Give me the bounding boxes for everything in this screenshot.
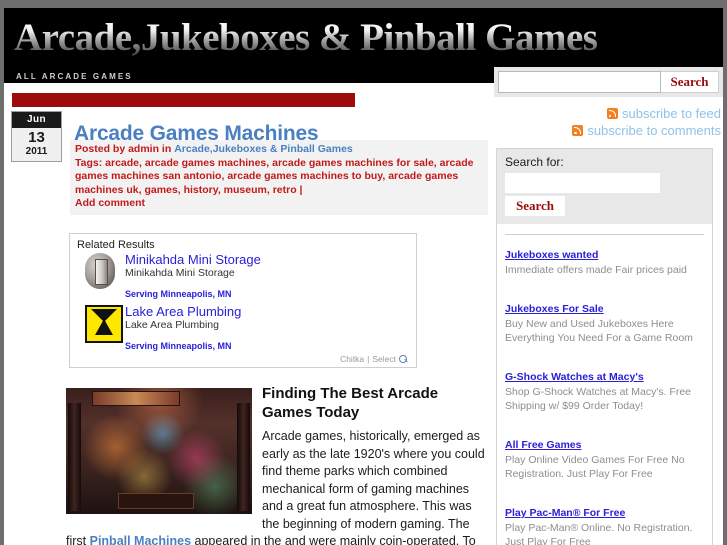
article-body: Finding The Best Arcade Games Today Arca… <box>66 380 491 545</box>
sidebar-ad-description: Play Online Video Games For Free No Regi… <box>505 454 685 480</box>
sidebar-panel: Search for: Search Jukeboxes wanted Imme… <box>496 148 713 545</box>
post-category-link[interactable]: Arcade,Jukeboxes & Pinball Games <box>174 143 353 155</box>
tag-link[interactable]: retro <box>273 184 297 196</box>
chitika-brand-label: Chitka <box>340 354 365 364</box>
post-date-year: 2011 <box>25 146 48 157</box>
sidebar-search-label: Search for: <box>505 155 564 169</box>
post-date-day: 13 <box>28 129 45 146</box>
sidebar-ad-item[interactable]: G-Shock Watches at Macy's Shop G-Shock W… <box>505 369 704 413</box>
sidebar-ad-title[interactable]: Jukeboxes wanted <box>505 249 598 261</box>
related-result-serving[interactable]: Serving Minneapolis, MN <box>125 341 409 351</box>
sidebar: Search for: Search Jukeboxes wanted Imme… <box>496 148 723 545</box>
subscribe-feed-row[interactable]: subscribe to feed <box>421 106 721 121</box>
related-result-serving[interactable]: Serving Minneapolis, MN <box>125 289 409 299</box>
sidebar-ad-item[interactable]: Play Pac-Man® For Free Play Pac-Man® Onl… <box>505 505 704 545</box>
site-title: Arcade,Jukeboxes & Pinball Games <box>14 16 598 59</box>
sidebar-ad-description: Play Pac-Man® Online. No Registration. J… <box>505 522 693 545</box>
related-results-widget: Related Results Minikahda Mini Storage M… <box>69 233 417 368</box>
tag-link[interactable]: arcade games machines <box>145 157 266 169</box>
subscribe-links: subscribe to feed subscribe to comments <box>421 106 721 140</box>
related-results-attribution: Chitka | Select <box>340 354 408 364</box>
chitika-select-label[interactable]: Select <box>372 354 396 364</box>
sidebar-ad-item[interactable]: All Free Games Play Online Video Games F… <box>505 437 704 481</box>
related-result-item[interactable]: Lake Area Plumbing Lake Area Plumbing Se… <box>77 305 409 351</box>
sidebar-ad-item[interactable]: Jukeboxes For Sale Buy New and Used Juke… <box>505 301 704 345</box>
post-date-month: Jun <box>12 112 61 128</box>
sidebar-search-widget: Search for: Search <box>497 149 712 224</box>
storage-unit-thumb-icon <box>77 253 125 299</box>
related-result-title-link[interactable]: Minikahda Mini Storage <box>125 253 409 267</box>
header-search-form: Search <box>494 67 723 97</box>
post-meta: Posted by admin in Arcade,Jukeboxes & Pi… <box>70 140 488 215</box>
sidebar-ad-description: Buy New and Used Jukeboxes Here Everythi… <box>505 318 693 344</box>
header-search-button[interactable]: Search <box>661 71 719 93</box>
rss-icon <box>572 125 584 136</box>
sidebar-ad-title[interactable]: Jukeboxes For Sale <box>505 303 604 315</box>
tag-list: arcade, arcade games machines, arcade ga… <box>75 156 474 196</box>
pinball-machine-photo <box>66 388 252 514</box>
sidebar-ad-description: Immediate offers made Fair prices paid <box>505 264 687 276</box>
sidebar-ads-list: Jukeboxes wanted Immediate offers made F… <box>497 235 712 545</box>
related-result-title-link[interactable]: Lake Area Plumbing <box>125 305 409 319</box>
sidebar-ad-item[interactable]: Jukeboxes wanted Immediate offers made F… <box>505 247 704 277</box>
page-container: Arcade,Jukeboxes & Pinball Games ALL ARC… <box>4 8 723 545</box>
posted-by-label: Posted by admin in <box>75 143 172 155</box>
related-result-body: Minikahda Mini Storage Minikahda Mini St… <box>125 253 409 300</box>
sidebar-search-input[interactable] <box>505 173 660 193</box>
header-search-input[interactable] <box>498 71 661 93</box>
sidebar-ad-title[interactable]: Play Pac-Man® For Free <box>505 507 625 519</box>
tag-link[interactable]: games <box>144 184 177 196</box>
pinball-machines-link[interactable]: Pinball Machines <box>90 534 191 545</box>
tag-link[interactable]: arcade <box>105 157 139 169</box>
subscribe-to-feed-link[interactable]: subscribe to feed <box>622 106 721 121</box>
plumbing-logo-thumb-icon <box>77 305 125 351</box>
subscribe-to-comments-link[interactable]: subscribe to comments <box>587 123 721 138</box>
subscribe-comments-row[interactable]: subscribe to comments <box>421 123 721 138</box>
tag-link[interactable]: arcade games machines for sale <box>272 157 434 169</box>
primary-nav-bar <box>12 93 355 107</box>
tags-label: Tags: <box>75 156 103 169</box>
sidebar-ad-title[interactable]: All Free Games <box>505 439 581 451</box>
tag-link[interactable]: arcade games machines to buy <box>227 170 382 182</box>
tag-link[interactable]: history <box>184 184 218 196</box>
rss-icon <box>606 108 618 119</box>
tag-link[interactable]: museum <box>224 184 267 196</box>
sidebar-ad-title[interactable]: G-Shock Watches at Macy's <box>505 371 644 383</box>
related-result-item[interactable]: Minikahda Mini Storage Minikahda Mini St… <box>77 253 409 299</box>
site-tagline: ALL ARCADE GAMES <box>16 72 133 81</box>
related-result-description: Lake Area Plumbing <box>125 319 219 331</box>
add-comment-link[interactable]: Add comment <box>75 197 145 209</box>
magnifier-icon <box>399 354 408 364</box>
post-date-badge: Jun 13 2011 <box>11 111 62 162</box>
related-result-body: Lake Area Plumbing Lake Area Plumbing Se… <box>125 305 409 352</box>
related-results-title: Related Results <box>77 239 155 251</box>
sidebar-ad-description: Shop G-Shock Watches at Macy's. Free Shi… <box>505 386 692 412</box>
sidebar-search-button[interactable]: Search <box>505 196 565 216</box>
related-result-description: Minikahda Mini Storage <box>125 267 235 279</box>
site-masthead: Arcade,Jukeboxes & Pinball Games ALL ARC… <box>4 8 723 97</box>
attribution-separator: | <box>367 354 370 364</box>
